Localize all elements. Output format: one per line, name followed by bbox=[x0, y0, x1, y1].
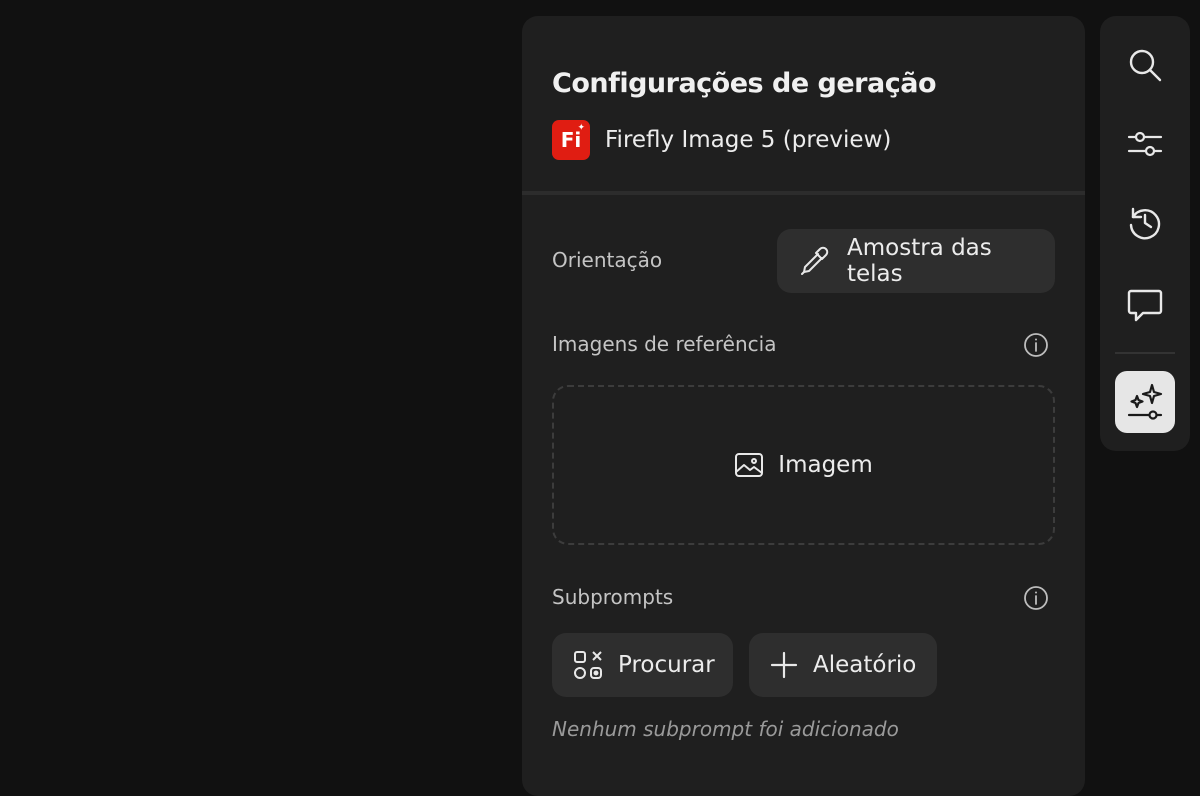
history-icon bbox=[1126, 204, 1164, 242]
chat-icon bbox=[1126, 286, 1164, 324]
rail-divider bbox=[1115, 352, 1175, 354]
sparkle-sliders-icon bbox=[1125, 382, 1165, 422]
rail-comments-button[interactable] bbox=[1115, 274, 1175, 336]
reference-image-dropzone[interactable]: Imagem bbox=[552, 385, 1055, 545]
browse-subprompts-button[interactable]: Procurar bbox=[552, 633, 733, 697]
plus-icon bbox=[769, 650, 799, 680]
right-rail bbox=[1100, 16, 1190, 451]
orientation-label: Orientação bbox=[552, 248, 663, 272]
rail-adjustments-button[interactable] bbox=[1115, 113, 1175, 175]
rail-history-button[interactable] bbox=[1115, 192, 1175, 254]
sample-canvas-button[interactable]: Amostra das telas bbox=[777, 229, 1055, 293]
browse-label: Procurar bbox=[618, 652, 715, 678]
generation-settings-panel: Configurações de geração Fi ✦ Firefly Im… bbox=[522, 16, 1085, 796]
sample-canvas-label: Amostra das telas bbox=[847, 235, 992, 287]
random-label: Aleatório bbox=[813, 652, 917, 678]
empty-subprompts-message: Nenhum subprompt foi adicionado bbox=[552, 717, 899, 741]
panel-title: Configurações de geração bbox=[552, 68, 937, 99]
rail-search-button[interactable] bbox=[1115, 34, 1175, 96]
model-name: Firefly Image 5 (preview) bbox=[605, 127, 892, 153]
info-icon[interactable] bbox=[1023, 585, 1049, 611]
shapes-grid-icon bbox=[572, 649, 604, 681]
sliders-icon bbox=[1126, 125, 1164, 163]
sparkle-icon: ✦ bbox=[577, 123, 585, 133]
canvas-area bbox=[0, 0, 522, 775]
divider bbox=[522, 191, 1085, 195]
info-icon[interactable] bbox=[1023, 332, 1049, 358]
panel-header: Configurações de geração Fi ✦ Firefly Im… bbox=[522, 16, 1085, 192]
firefly-logo: Fi ✦ bbox=[552, 120, 590, 160]
rail-generation-settings-button[interactable] bbox=[1115, 371, 1175, 433]
search-icon bbox=[1126, 46, 1164, 84]
model-selector[interactable]: Fi ✦ Firefly Image 5 (preview) bbox=[552, 120, 891, 160]
dropzone-label: Imagem bbox=[778, 452, 873, 478]
image-icon bbox=[734, 452, 764, 478]
random-subprompt-button[interactable]: Aleatório bbox=[749, 633, 937, 697]
reference-images-label: Imagens de referência bbox=[552, 332, 777, 356]
eyedropper-icon bbox=[797, 243, 833, 279]
subprompts-label: Subprompts bbox=[552, 585, 674, 609]
